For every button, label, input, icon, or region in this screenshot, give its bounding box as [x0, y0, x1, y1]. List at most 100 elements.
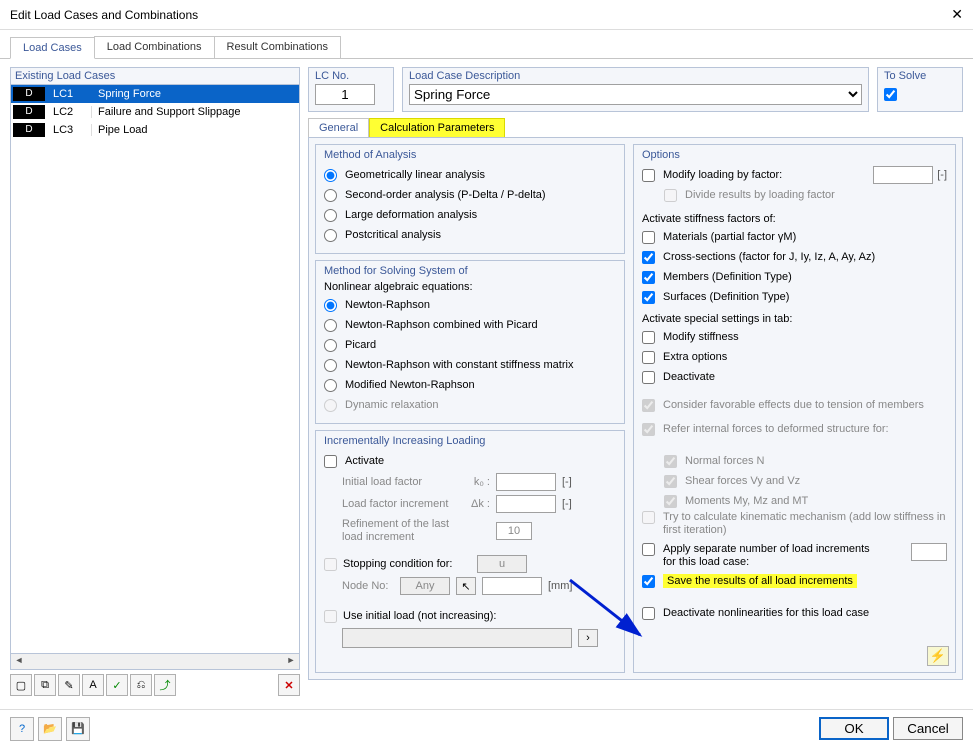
deact-nonlin-checkbox[interactable]: Deactivate nonlinearities for this load … [642, 603, 947, 623]
lcno-input[interactable] [315, 84, 375, 105]
tab-result-combinations[interactable]: Result Combinations [214, 36, 342, 58]
lcno-label: LC No. [315, 70, 387, 82]
modify-loading-row[interactable]: Modify loading by factor: [-] [642, 165, 947, 185]
tab-load-cases[interactable]: Load Cases [10, 37, 95, 59]
incremental-title: Incrementally Increasing Loading [324, 435, 616, 447]
help-button[interactable]: ? [10, 717, 34, 741]
subtab-calc-params[interactable]: Calculation Parameters [369, 118, 505, 137]
method-solve-group: Method for Solving System of Nonlinear a… [315, 260, 625, 424]
tosolve-checkbox[interactable] [884, 88, 897, 101]
tool-button-5[interactable]: ✓ [106, 674, 128, 696]
nonlinear-label: Nonlinear algebraic equations: [324, 281, 616, 293]
increment-spinner [496, 495, 556, 513]
useinitial-goto-button: › [578, 629, 598, 647]
activate-checkbox-row[interactable]: Activate [324, 451, 616, 471]
deactivate-checkbox[interactable]: Deactivate [642, 367, 947, 387]
left-panel: Existing Load Cases D LC1 Spring Force D… [10, 67, 300, 696]
radio-newton-raphson[interactable]: Newton-Raphson [324, 295, 616, 315]
lc-desc: Failure and Support Slippage [91, 106, 299, 118]
subtab-general[interactable]: General [308, 118, 369, 137]
scroll-left-icon[interactable]: ◄ [11, 655, 27, 669]
consider-fav-checkbox: Consider favorable effects due to tensio… [642, 395, 947, 415]
copy-button[interactable]: ⧉ [34, 674, 56, 696]
footer: ? 📂 💾 OK Cancel [0, 709, 973, 747]
tool-button-7[interactable]: ⤴ [154, 674, 176, 696]
titlebar: Edit Load Cases and Combinations ✕ [0, 0, 973, 30]
useinitial-label: Use initial load (not increasing): [343, 610, 496, 622]
lc-type-badge: D [13, 105, 45, 119]
refine-label: Refinement of the last load increment [324, 518, 464, 544]
activate-special-label: Activate special settings in tab: [642, 313, 947, 325]
radio-nr-constant[interactable]: Newton-Raphson with constant stiffness m… [324, 355, 616, 375]
save-results-label: Save the results of all load increments [663, 574, 857, 588]
activate-stiff-label: Activate stiffness factors of: [642, 213, 947, 225]
modify-stiff-checkbox[interactable]: Modify stiffness [642, 327, 947, 347]
modify-loading-spinner [873, 166, 933, 184]
load-case-list[interactable]: D LC1 Spring Force D LC2 Failure and Sup… [10, 84, 300, 654]
radio-postcritical[interactable]: Postcritical analysis [324, 225, 616, 245]
apply-sep-spinner [911, 543, 947, 561]
main-tabstrip: Load Cases Load Combinations Result Comb… [0, 30, 973, 59]
lc-desc: Pipe Load [91, 124, 299, 136]
increment-label: Load factor increment [324, 498, 464, 510]
incremental-group: Incrementally Increasing Loading Activat… [315, 430, 625, 673]
apply-sep-checkbox[interactable]: Apply separate number of load increments… [642, 543, 947, 571]
tool-button-6[interactable]: ⎌ [130, 674, 152, 696]
options-group: Options Modify loading by factor: [-] Di… [633, 144, 956, 673]
desc-select[interactable]: Spring Force [409, 84, 862, 105]
ok-button[interactable]: OK [819, 717, 889, 740]
extra-checkbox[interactable]: Extra options [642, 347, 947, 367]
cancel-button[interactable]: Cancel [893, 717, 963, 740]
delete-button[interactable]: ✕ [278, 674, 300, 696]
footer-button-2[interactable]: 📂 [38, 717, 62, 741]
lc-type-badge: D [13, 87, 45, 101]
divide-results-row: Divide results by loading factor [642, 185, 947, 205]
radio-picard[interactable]: Picard [324, 335, 616, 355]
tab-load-combinations[interactable]: Load Combinations [94, 36, 215, 58]
lc-desc: Spring Force [91, 88, 299, 100]
pick-node-button: ↖ [456, 577, 476, 595]
kinematic-checkbox: Try to calculate kinematic mechanism (ad… [642, 511, 947, 539]
desc-box: Load Case Description Spring Force [402, 67, 869, 112]
radio-dynamic-relax: Dynamic relaxation [324, 395, 616, 415]
lightning-button[interactable]: ⚡ [927, 646, 949, 666]
tool-button-4[interactable]: A [82, 674, 104, 696]
nodeno-label: Node No: [324, 580, 394, 592]
horizontal-scrollbar[interactable]: ◄ ► [10, 654, 300, 670]
save-results-checkbox[interactable]: Save the results of all load increments [642, 571, 947, 591]
method-analysis-group: Method of Analysis Geometrically linear … [315, 144, 625, 254]
subtabs: General Calculation Parameters [308, 118, 963, 137]
tosolve-box: To Solve [877, 67, 963, 112]
lc-type-badge: D [13, 123, 45, 137]
radio-geom-linear[interactable]: Geometrically linear analysis [324, 165, 616, 185]
options-title: Options [642, 149, 947, 161]
radio-nr-picard[interactable]: Newton-Raphson combined with Picard [324, 315, 616, 335]
existing-load-cases-label: Existing Load Cases [10, 67, 300, 84]
method-solve-title: Method for Solving System of [324, 265, 616, 277]
left-toolbar: ▢ ⧉ ✎ A ✓ ⎌ ⤴ ✕ [10, 674, 300, 696]
initial-load-spinner [496, 473, 556, 491]
refine-spinner: 10 [496, 522, 532, 540]
node-val-spinner [482, 577, 542, 595]
members-checkbox[interactable]: Members (Definition Type) [642, 267, 947, 287]
list-item[interactable]: D LC2 Failure and Support Slippage [11, 103, 299, 121]
materials-checkbox[interactable]: Materials (partial factor γM) [642, 227, 947, 247]
close-icon[interactable]: ✕ [951, 6, 963, 23]
new-button[interactable]: ▢ [10, 674, 32, 696]
radio-second-order[interactable]: Second-order analysis (P-Delta / P-delta… [324, 185, 616, 205]
list-item[interactable]: D LC1 Spring Force [11, 85, 299, 103]
radio-mod-newton[interactable]: Modified Newton-Raphson [324, 375, 616, 395]
desc-label: Load Case Description [409, 70, 862, 82]
window-title: Edit Load Cases and Combinations [10, 8, 198, 22]
scroll-right-icon[interactable]: ► [283, 655, 299, 669]
stopping-combo: u [477, 555, 527, 573]
list-item[interactable]: D LC3 Pipe Load [11, 121, 299, 139]
nodeno-combo: Any [400, 577, 450, 595]
tool-button-3[interactable]: ✎ [58, 674, 80, 696]
method-analysis-title: Method of Analysis [324, 149, 616, 161]
surfaces-checkbox[interactable]: Surfaces (Definition Type) [642, 287, 947, 307]
crosssec-checkbox[interactable]: Cross-sections (factor for J, Iy, Iz, A,… [642, 247, 947, 267]
footer-button-3[interactable]: 💾 [66, 717, 90, 741]
moments-checkbox: Moments My, Mz and MT [642, 491, 947, 511]
radio-large-def[interactable]: Large deformation analysis [324, 205, 616, 225]
